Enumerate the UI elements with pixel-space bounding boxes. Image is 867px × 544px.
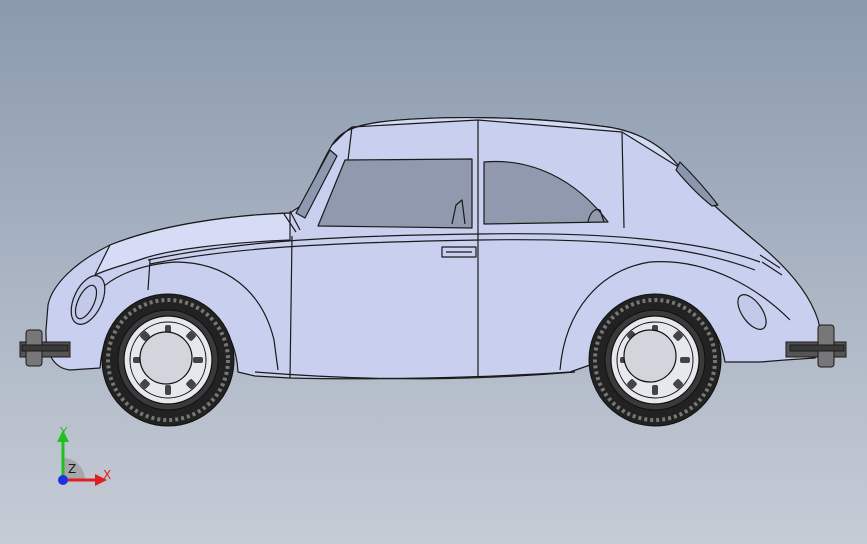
car-model-view[interactable]: [0, 0, 867, 544]
front-wheel[interactable]: [101, 293, 235, 427]
rear-wheel[interactable]: [588, 293, 722, 427]
y-axis-label: Y: [59, 425, 68, 439]
graphics-viewport[interactable]: Y X Z: [0, 0, 867, 544]
z-axis-dot: [58, 475, 68, 485]
x-axis-label: X: [103, 468, 111, 482]
rear-hubcap: [623, 329, 677, 383]
coordinate-triad: Y X Z: [57, 425, 111, 486]
z-axis-label: Z: [68, 462, 76, 476]
front-hubcap: [139, 331, 193, 385]
front-side-window: [317, 158, 473, 229]
